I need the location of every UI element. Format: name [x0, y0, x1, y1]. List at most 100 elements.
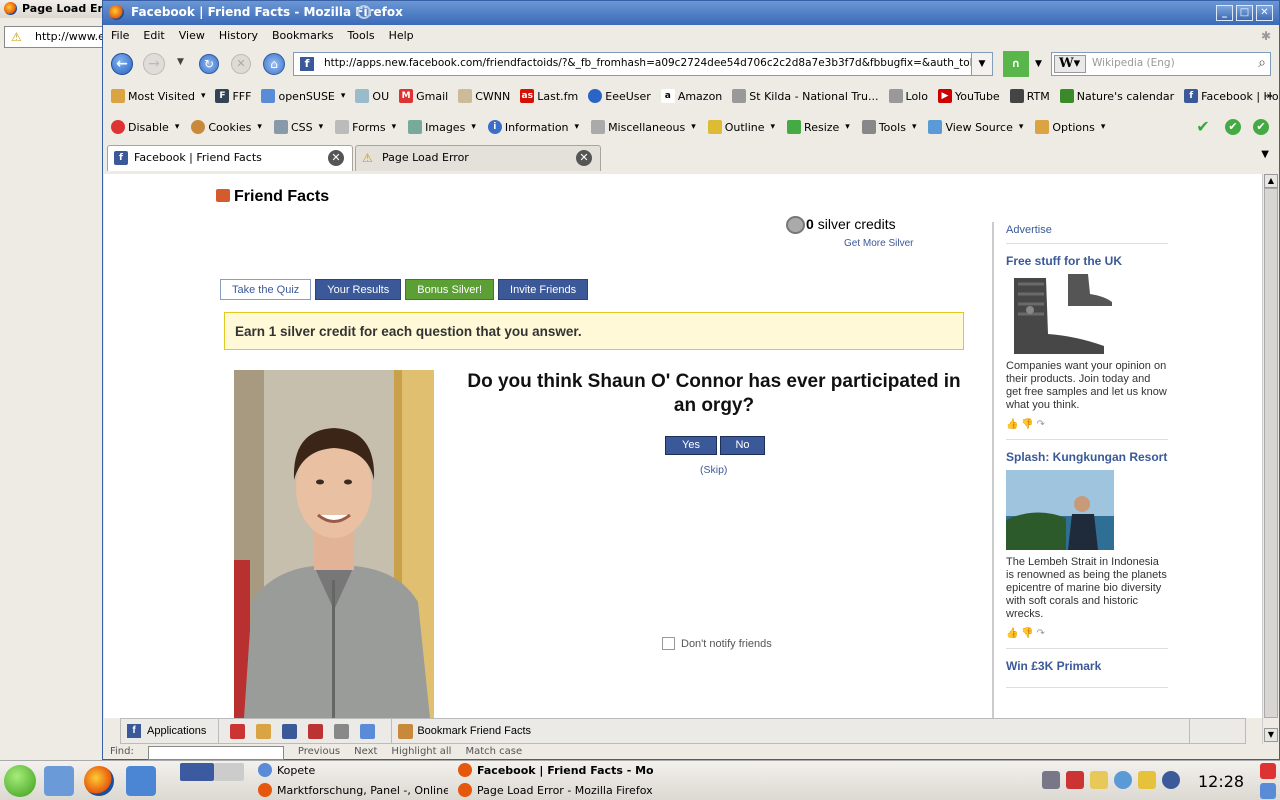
- window-titlebar[interactable]: Facebook | Friend Facts - Mozilla Firefo…: [103, 1, 1279, 25]
- dev-images[interactable]: Images: [408, 120, 476, 134]
- menu-view[interactable]: View: [179, 29, 205, 47]
- tab-bonus-silver[interactable]: Bonus Silver!: [405, 279, 495, 300]
- dev-miscellaneous[interactable]: Miscellaneous: [591, 120, 696, 134]
- stumble-dropdown-icon[interactable]: ▼: [1035, 59, 1042, 69]
- tab-your-results[interactable]: Your Results: [315, 279, 402, 300]
- pager-desktop-2[interactable]: [214, 763, 244, 781]
- menu-file[interactable]: File: [111, 29, 129, 47]
- wikipedia-icon[interactable]: W▾: [1054, 55, 1086, 73]
- bookmark-lolo[interactable]: Lolo: [888, 89, 928, 103]
- ad-item[interactable]: Win £3K Primark: [1006, 649, 1168, 688]
- close-tab-icon[interactable]: ✕: [576, 150, 592, 166]
- js-valid-check-icon[interactable]: ✔: [1253, 119, 1269, 135]
- notes-icon[interactable]: [334, 723, 350, 739]
- dev-cookies[interactable]: Cookies: [191, 120, 262, 134]
- bookmark-opensuse[interactable]: openSUSE: [261, 89, 345, 103]
- dev-resize[interactable]: Resize: [787, 120, 850, 134]
- bookmark-youtube[interactable]: ▶ YouTube: [937, 89, 1000, 103]
- background-window-titlebar[interactable]: Page Load Error: [0, 0, 104, 18]
- scroll-down-icon[interactable]: ▼: [1264, 728, 1278, 742]
- dev-view-source[interactable]: View Source: [928, 120, 1023, 134]
- ad-item[interactable]: Free stuff for the UK Companies want you…: [1006, 244, 1168, 440]
- taskbar-kopete[interactable]: Kopete: [258, 763, 448, 777]
- html-valid-check-icon[interactable]: ✔: [1225, 119, 1241, 135]
- bookmark-st-kilda[interactable]: St Kilda - National Tru...: [732, 89, 879, 103]
- calendar-icon[interactable]: [308, 723, 324, 739]
- taskbar-marktforschung[interactable]: Marktforschung, Panel -, Onlinefors: [258, 783, 448, 797]
- taskbar-facebook-firefox[interactable]: Facebook | Friend Facts - Mozilla: [458, 763, 654, 777]
- match-case-checkbox[interactable]: Match case: [465, 746, 522, 760]
- scroll-up-icon[interactable]: ▲: [1264, 174, 1278, 188]
- scroll-thumb[interactable]: [1264, 188, 1278, 718]
- klipper-icon[interactable]: [1090, 771, 1108, 789]
- dont-notify-checkbox[interactable]: Don't notify friends: [662, 637, 772, 650]
- maximize-button[interactable]: □: [1236, 5, 1253, 21]
- kopete-tray-icon[interactable]: [1114, 771, 1132, 789]
- tab-page-load-error[interactable]: ⚠ Page Load Error ✕: [355, 145, 601, 171]
- dev-disable[interactable]: Disable: [111, 120, 179, 134]
- dev-css[interactable]: CSS: [273, 120, 323, 134]
- search-input[interactable]: W▾ Wikipedia (Eng) ⌕: [1051, 52, 1271, 76]
- css-valid-check-icon[interactable]: ✔: [1195, 119, 1211, 135]
- highlight-all-button[interactable]: Highlight all: [391, 746, 451, 760]
- tab-facebook-friend-facts[interactable]: f Facebook | Friend Facts ✕: [107, 145, 353, 171]
- bookmark-eeeuser[interactable]: EeeUser: [588, 89, 651, 103]
- dev-outline[interactable]: Outline: [707, 120, 775, 134]
- desktop-icon[interactable]: [126, 766, 156, 796]
- taskbar-page-load-error[interactable]: Page Load Error - Mozilla Firefox: [458, 783, 654, 797]
- stop-button[interactable]: ✕: [231, 54, 251, 74]
- ad-title[interactable]: Splash: Kungkungan Resort: [1006, 450, 1168, 464]
- bookmark-fff[interactable]: F FFF: [215, 89, 251, 103]
- ad-image-diver[interactable]: [1006, 470, 1114, 550]
- bookmark-lastfm[interactable]: as Last.fm: [520, 89, 578, 103]
- update-warning-icon[interactable]: [1138, 771, 1156, 789]
- ad-image-boots[interactable]: [1006, 274, 1114, 354]
- close-tab-icon[interactable]: ✕: [328, 150, 344, 166]
- bookmark-most-visited[interactable]: Most Visited: [111, 89, 205, 103]
- ad-rating-icons[interactable]: 👍 👎 ↷: [1006, 418, 1168, 431]
- no-button[interactable]: No: [720, 436, 765, 455]
- shutdown-icon[interactable]: [1260, 763, 1276, 779]
- find-next-button[interactable]: Next: [354, 746, 377, 760]
- network-icon[interactable]: [1162, 771, 1180, 789]
- menu-help[interactable]: Help: [389, 29, 414, 47]
- dev-forms[interactable]: Forms: [335, 120, 396, 134]
- stumble-button[interactable]: ∩: [1003, 51, 1029, 77]
- menu-history[interactable]: History: [219, 29, 258, 47]
- background-url-bar[interactable]: ⚠ http://www.e: [4, 26, 104, 48]
- dev-tools[interactable]: Tools: [861, 120, 917, 134]
- lock-screen-icon[interactable]: [1260, 783, 1276, 799]
- skip-link[interactable]: (Skip): [700, 464, 727, 476]
- reload-button[interactable]: ↻: [199, 54, 219, 74]
- ad-title[interactable]: Free stuff for the UK: [1006, 254, 1168, 268]
- menu-tools[interactable]: Tools: [347, 29, 374, 47]
- friends-icon[interactable]: [282, 723, 298, 739]
- dev-options[interactable]: Options: [1035, 120, 1105, 134]
- feed-icon[interactable]: [360, 723, 376, 739]
- tray-app-icon[interactable]: [1066, 771, 1084, 789]
- tab-invite-friends[interactable]: Invite Friends: [498, 279, 589, 300]
- vertical-scrollbar[interactable]: ▲ ▼: [1262, 174, 1278, 744]
- pager-desktop-1[interactable]: [180, 763, 214, 781]
- gift-icon[interactable]: [256, 723, 272, 739]
- bookmark-amazon[interactable]: a Amazon: [660, 89, 722, 103]
- ad-rating-icons[interactable]: 👍 👎 ↷: [1006, 627, 1168, 640]
- bookmark-cwnn[interactable]: CWNN: [458, 89, 510, 103]
- bookmark-natures-calendar[interactable]: Nature's calendar: [1059, 89, 1174, 103]
- find-input[interactable]: [147, 746, 284, 760]
- app-icon[interactable]: [230, 723, 246, 739]
- checkbox-icon[interactable]: [662, 637, 675, 650]
- start-menu-button[interactable]: [4, 765, 36, 797]
- firefox-launcher-icon[interactable]: [84, 766, 114, 796]
- bookmarks-overflow-button[interactable]: »: [1266, 89, 1273, 102]
- search-icon[interactable]: ⌕: [1258, 55, 1266, 71]
- back-button[interactable]: ←: [111, 53, 133, 75]
- clock[interactable]: 12:28: [1198, 772, 1244, 791]
- chat-button[interactable]: [1189, 719, 1225, 743]
- get-more-silver-link[interactable]: Get More Silver: [844, 238, 913, 249]
- menu-bookmarks[interactable]: Bookmarks: [272, 29, 333, 47]
- close-button[interactable]: ✕: [1256, 5, 1273, 21]
- bookmark-rtm[interactable]: RTM: [1009, 89, 1050, 103]
- volume-icon[interactable]: [1042, 771, 1060, 789]
- forward-button[interactable]: →: [143, 53, 165, 75]
